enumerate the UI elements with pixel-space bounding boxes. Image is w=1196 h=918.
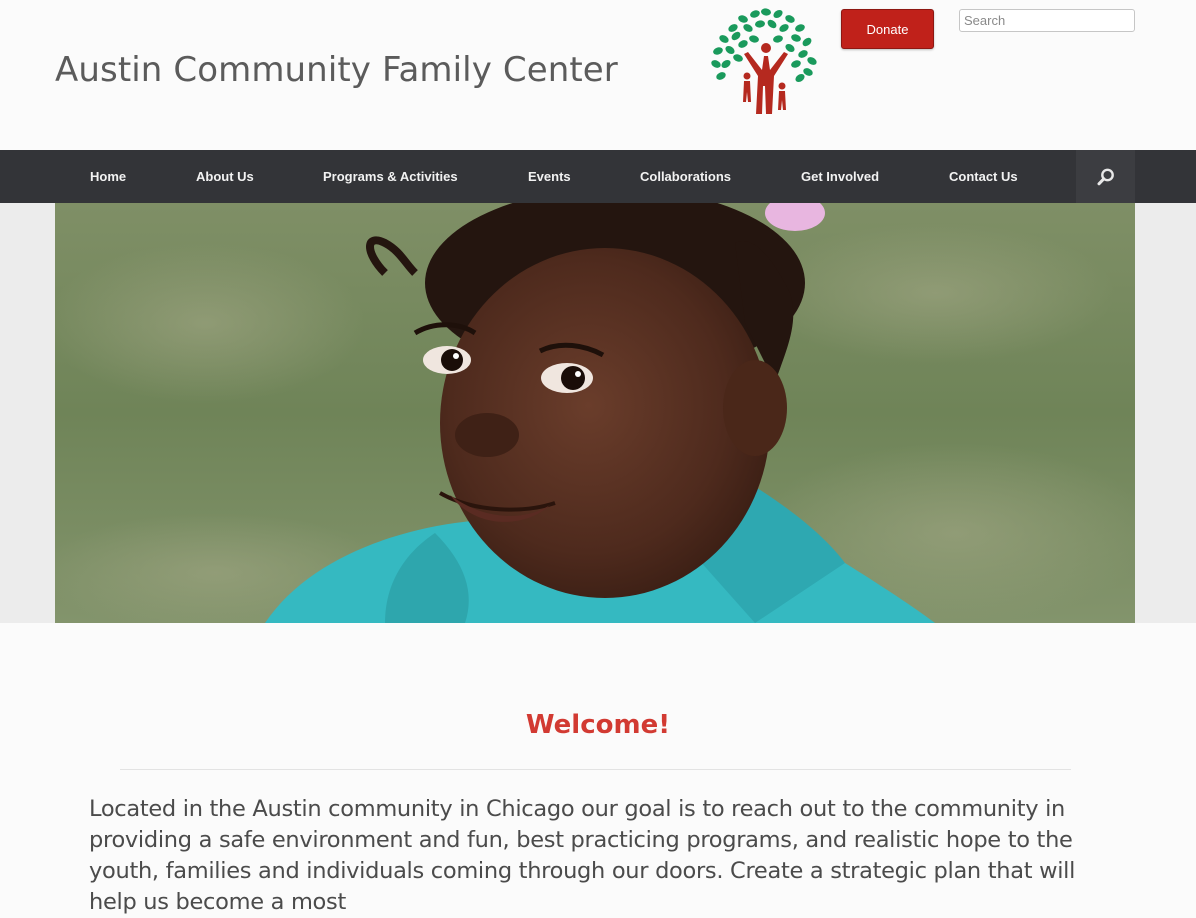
search-icon <box>1097 168 1114 185</box>
nav-item-about-us[interactable]: About Us <box>196 150 254 203</box>
tree-logo-icon[interactable] <box>708 6 820 114</box>
intro-paragraph: Located in the Austin community in Chica… <box>89 796 1076 915</box>
search-input[interactable] <box>959 9 1135 32</box>
donate-button[interactable]: Donate <box>841 9 934 49</box>
section-divider <box>120 769 1071 770</box>
child-portrait-photo <box>55 203 1135 623</box>
nav-item-events[interactable]: Events <box>528 150 571 203</box>
nav-item-programs-activities[interactable]: Programs & Activities <box>323 150 458 203</box>
nav-item-collaborations[interactable]: Collaborations <box>640 150 731 203</box>
nav-item-home[interactable]: Home <box>90 150 126 203</box>
nav-item-contact-us[interactable]: Contact Us <box>949 150 1018 203</box>
main-nav: Home About Us Programs & Activities Even… <box>0 150 1196 203</box>
welcome-heading: Welcome! <box>525 710 671 740</box>
nav-item-get-involved[interactable]: Get Involved <box>801 150 879 203</box>
hero-image <box>55 203 1135 623</box>
site-header: Austin Community Family Center Donate Se… <box>0 0 1196 150</box>
site-title[interactable]: Austin Community Family Center <box>55 50 618 90</box>
nav-search-button[interactable] <box>1076 150 1135 203</box>
